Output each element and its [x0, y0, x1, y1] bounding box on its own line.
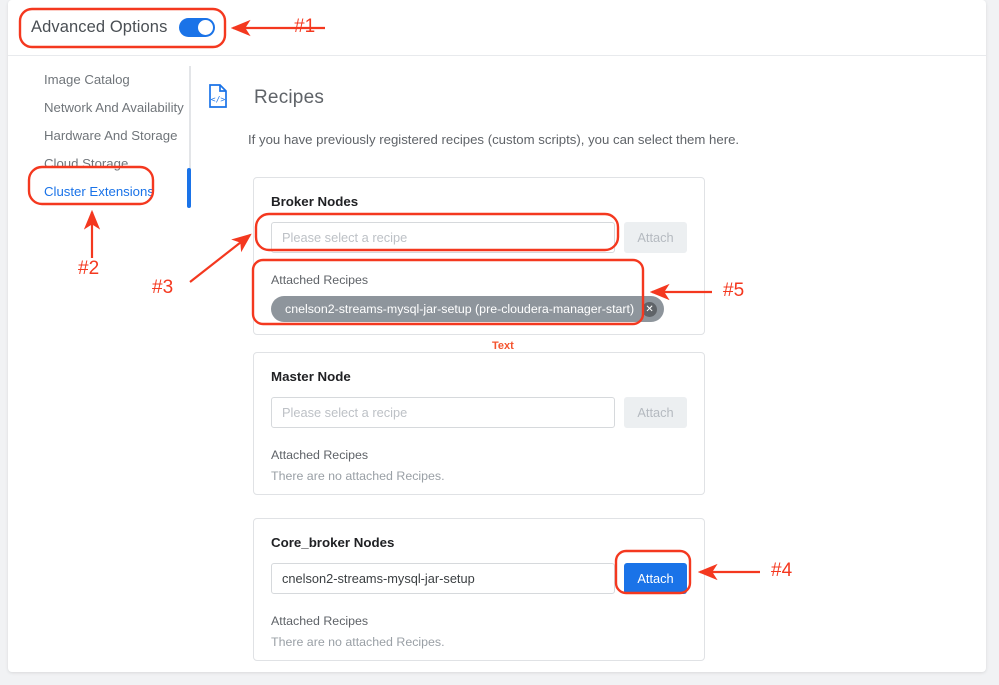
recipes-description: If you have previously registered recipe…	[248, 132, 968, 147]
sidebar-item-hardware-and-storage[interactable]: Hardware And Storage	[30, 122, 188, 150]
broker-recipe-input[interactable]	[271, 222, 615, 253]
chip-label: cnelson2-streams-mysql-jar-setup (pre-cl…	[285, 302, 634, 316]
sidebar-item-cloud-storage[interactable]: Cloud Storage	[30, 150, 188, 178]
sidebar-scrollbar-thumb[interactable]	[187, 168, 191, 208]
code-document-icon: </>	[208, 84, 228, 113]
sidebar-item-image-catalog[interactable]: Image Catalog	[30, 66, 188, 94]
master-node-card: Master Node Attach Attached Recipes Ther…	[253, 352, 705, 495]
advanced-options-header: Advanced Options	[8, 0, 986, 56]
settings-sidebar: Image Catalog Network And Availability H…	[30, 66, 188, 206]
page-card: Advanced Options Image Catalog Network A…	[8, 0, 986, 672]
broker-attached-recipes-label: Attached Recipes	[271, 273, 687, 287]
sidebar-item-cluster-extensions[interactable]: Cluster Extensions	[30, 178, 188, 206]
recipes-header: </> Recipes	[208, 80, 968, 116]
broker-nodes-card: Broker Nodes Attach Attached Recipes cne…	[253, 177, 705, 335]
master-attach-button[interactable]: Attach	[624, 397, 687, 428]
broker-recipe-row: Attach	[271, 222, 687, 253]
broker-attached-recipe-chip[interactable]: cnelson2-streams-mysql-jar-setup (pre-cl…	[271, 296, 664, 322]
page-title: Advanced Options	[31, 18, 167, 37]
svg-text:</>: </>	[211, 95, 226, 104]
toggle-knob	[198, 20, 213, 35]
advanced-options-toggle[interactable]	[179, 18, 215, 37]
recipes-section: </> Recipes If you have previously regis…	[208, 80, 968, 147]
master-no-recipes-text: There are no attached Recipes.	[271, 469, 687, 483]
core-broker-nodes-title: Core_broker Nodes	[271, 535, 687, 550]
master-attached-recipes-label: Attached Recipes	[271, 448, 687, 462]
master-recipe-row: Attach	[271, 397, 687, 428]
core-recipe-row: Attach	[271, 563, 687, 594]
core-attached-recipes-label: Attached Recipes	[271, 614, 687, 628]
core-no-recipes-text: There are no attached Recipes.	[271, 635, 687, 649]
recipes-title: Recipes	[254, 87, 324, 109]
close-circle-icon[interactable]: ✕	[642, 302, 657, 317]
sidebar-item-network-and-availability[interactable]: Network And Availability	[30, 94, 188, 122]
core-broker-nodes-card: Core_broker Nodes Attach Attached Recipe…	[253, 518, 705, 661]
master-recipe-input[interactable]	[271, 397, 615, 428]
master-node-title: Master Node	[271, 369, 687, 384]
broker-nodes-title: Broker Nodes	[271, 194, 687, 209]
core-recipe-input[interactable]	[271, 563, 615, 594]
screenshot-root: Advanced Options Image Catalog Network A…	[0, 0, 999, 685]
core-attach-button[interactable]: Attach	[624, 563, 687, 594]
broker-attach-button[interactable]: Attach	[624, 222, 687, 253]
